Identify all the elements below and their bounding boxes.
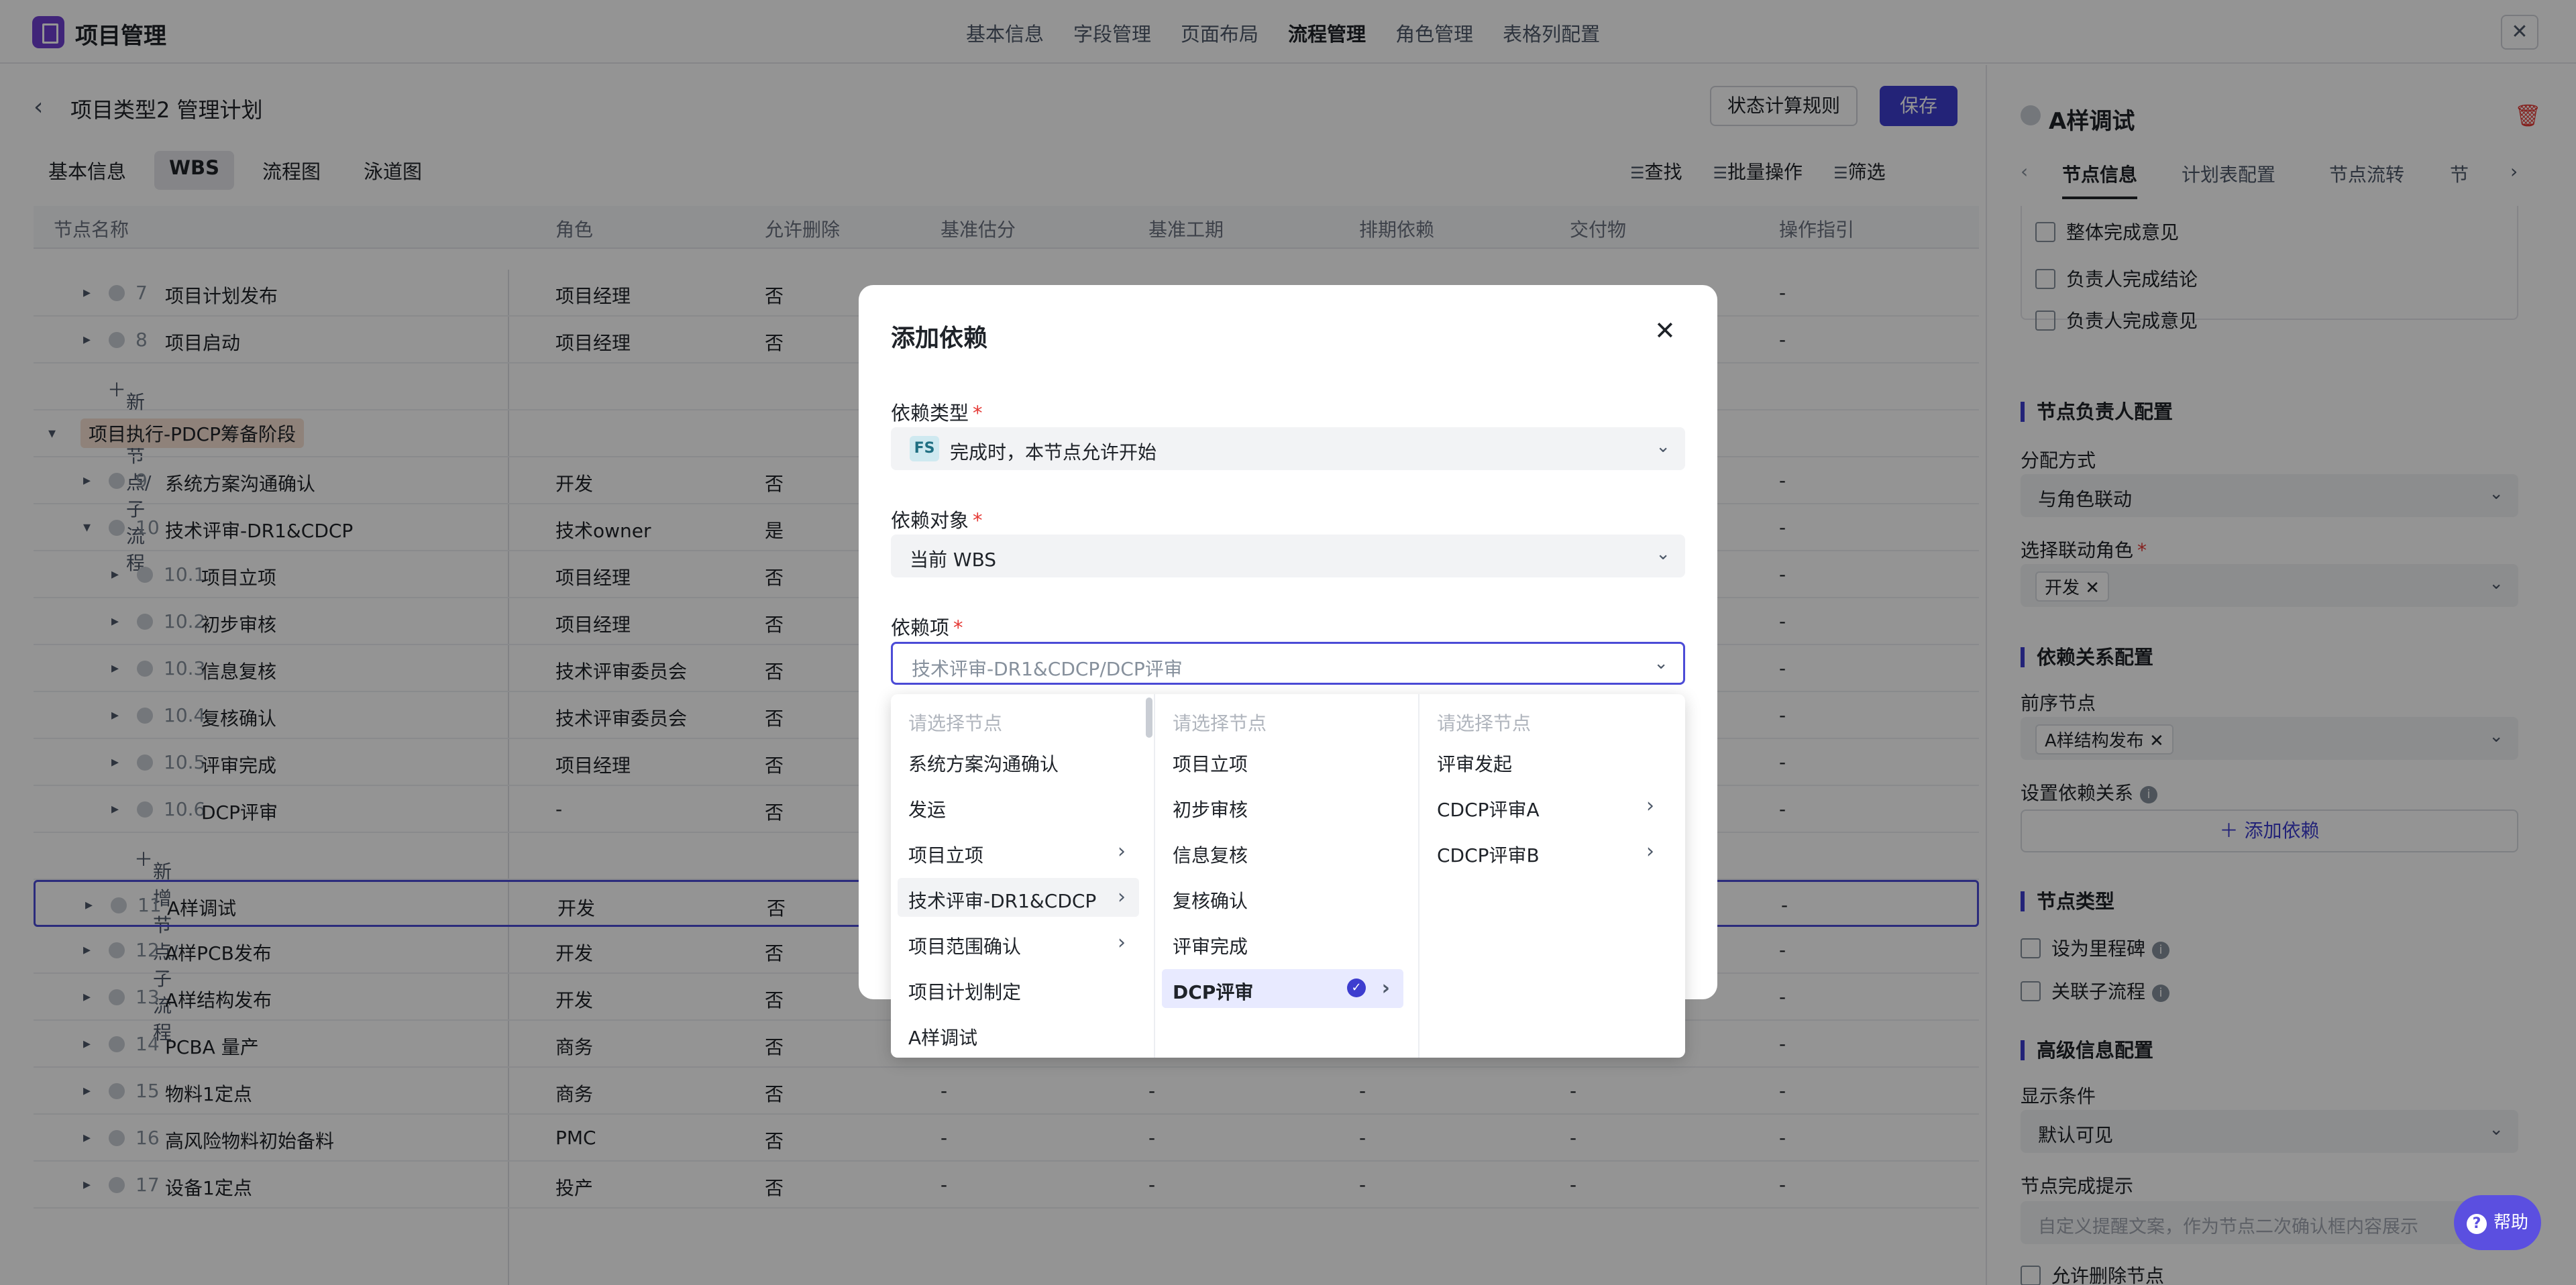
cascader-option[interactable]: 发运 (898, 787, 1139, 826)
chevron-right-icon: › (1646, 840, 1654, 863)
col1-placeholder: 请选择节点 (908, 712, 1003, 734)
required-mark: * (973, 509, 983, 532)
dep-item-label-text: 依赖项 (891, 616, 950, 639)
option-label: 初步审核 (1173, 799, 1248, 821)
dep-item-label: 依赖项 * (891, 612, 963, 640)
required-mark: * (973, 402, 983, 425)
cascader-option[interactable]: 评审完成 (1162, 924, 1403, 962)
cascader-option[interactable]: 复核确认 (1162, 878, 1403, 917)
fs-tag: FS (910, 436, 939, 461)
cascader-scrollbar[interactable] (1146, 697, 1152, 738)
cascader-option[interactable]: CDCP评审B › (1426, 832, 1668, 871)
chevron-right-icon: › (1646, 794, 1654, 818)
cascader-option[interactable]: A样调试 (898, 1015, 1139, 1054)
dep-target-label-text: 依赖对象 (891, 509, 969, 532)
cascader-col-3: 请选择节点 评审发起 CDCP评审A › CDCP评审B › (1419, 694, 1684, 1058)
cascader-col-1: 请选择节点 系统方案沟通确认 发运 项目立项 › 技术评审-DR1&CDCP › 项目范围确… (891, 694, 1155, 1058)
cascader-option[interactable]: 项目立项 (1162, 741, 1403, 780)
dep-target-select[interactable]: 当前 WBS ⌄ (891, 535, 1685, 577)
option-label: 项目计划制定 (908, 981, 1022, 1003)
dep-target-value: 当前 WBS (910, 549, 997, 571)
check-icon: ✓ (1347, 979, 1366, 997)
cascader-option[interactable]: 技术评审-DR1&CDCP › (898, 878, 1139, 917)
option-label: CDCP评审B (1437, 844, 1540, 867)
node-cascader: 请选择节点 系统方案沟通确认 发运 项目立项 › 技术评审-DR1&CDCP › 项目范围确… (891, 694, 1685, 1058)
cascader-option[interactable]: 项目立项 › (898, 832, 1139, 871)
col3-placeholder: 请选择节点 (1437, 712, 1532, 734)
cascader-option[interactable]: 初步审核 (1162, 787, 1403, 826)
option-label: 评审发起 (1437, 753, 1513, 775)
option-label: 系统方案沟通确认 (908, 753, 1059, 775)
help-button[interactable]: 帮助 (2454, 1195, 2541, 1250)
cascader-col-2: 请选择节点 项目立项初步审核信息复核复核确认评审完成 DCP评审 ✓ › (1155, 694, 1419, 1058)
chevron-right-icon: › (1118, 931, 1126, 954)
option-label: DCP评审 (1173, 981, 1254, 1003)
option-label: 复核确认 (1173, 890, 1248, 912)
cascader-option[interactable]: CDCP评审A › (1426, 787, 1668, 826)
chevron-right-icon: › (1118, 840, 1126, 863)
option-label: 信息复核 (1173, 844, 1248, 867)
close-icon[interactable]: ✕ (1654, 316, 1676, 345)
option-label: 项目范围确认 (908, 936, 1022, 958)
cascader-option[interactable]: 信息复核 (1162, 832, 1403, 871)
dep-type-select[interactable]: FS 完成时，本节点允许开始 ⌄ (891, 427, 1685, 470)
cascader-option[interactable]: 系统方案沟通确认 (898, 741, 1139, 780)
dep-target-label: 依赖对象 * (891, 505, 983, 533)
cascader-option[interactable]: 项目计划制定 (898, 969, 1139, 1008)
col2-placeholder: 请选择节点 (1173, 712, 1267, 734)
dep-item-select[interactable]: 技术评审-DR1&CDCP/DCP评审 ⌄ (891, 642, 1685, 685)
dep-type-value: 完成时，本节点允许开始 (950, 441, 1157, 463)
option-label: 项目立项 (908, 844, 984, 867)
cascader-option[interactable]: DCP评审 ✓ › (1162, 969, 1403, 1008)
dep-type-label-text: 依赖类型 (891, 402, 969, 425)
option-label: A样调试 (908, 1027, 978, 1049)
option-label: 技术评审-DR1&CDCP (908, 890, 1097, 912)
cascader-option[interactable]: 项目范围确认 › (898, 924, 1139, 962)
chevron-down-icon: ⌄ (1654, 653, 1668, 673)
chevron-right-icon: › (1118, 885, 1126, 909)
option-label: 发运 (908, 799, 947, 821)
chevron-down-icon: ⌄ (1656, 437, 1670, 457)
required-mark: * (953, 616, 963, 639)
modal-title: 添加依赖 (891, 325, 988, 352)
cascader-option[interactable]: 评审发起 (1426, 741, 1668, 780)
chevron-down-icon: ⌄ (1656, 544, 1670, 564)
option-label: CDCP评审A (1437, 799, 1540, 821)
option-label: 项目立项 (1173, 753, 1248, 775)
dep-type-label: 依赖类型 * (891, 398, 983, 426)
dep-item-value: 技术评审-DR1&CDCP/DCP评审 (912, 658, 1183, 680)
option-label: 评审完成 (1173, 936, 1248, 958)
chevron-right-icon: › (1381, 976, 1390, 1000)
